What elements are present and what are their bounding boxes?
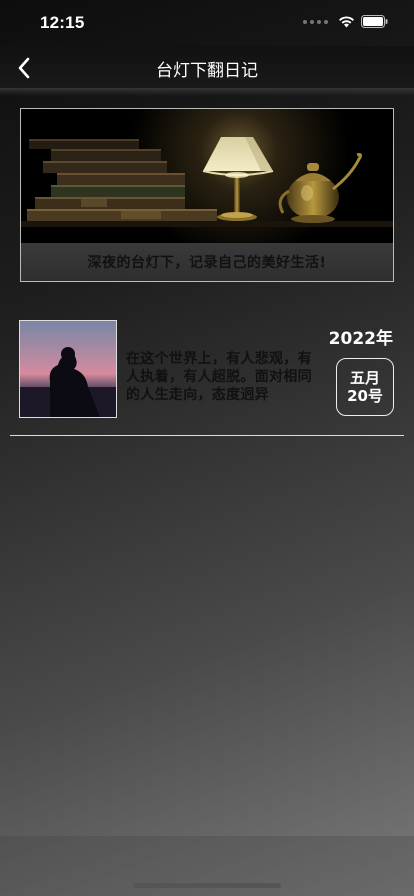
banner-caption: 深夜的台灯下，记录自己的美好生活! (21, 243, 393, 281)
entry-thumbnail (19, 320, 117, 418)
silhouette-at-dusk-photo (20, 321, 116, 417)
divider (10, 435, 404, 436)
home-indicator (133, 883, 281, 888)
entry-year: 2022年 (328, 329, 393, 349)
diary-entry[interactable]: 在这个世界上，有人悲观，有人执着，有人超脱。面对相同的人生走向，态度迥异 202… (10, 310, 404, 428)
status-icons (303, 15, 388, 28)
battery-icon (361, 15, 388, 28)
nav-shadow (0, 88, 414, 96)
entry-month: 五月 (349, 369, 380, 387)
lamp-and-books-photo (21, 109, 393, 243)
navigation-bar: 台灯下翻日记 (0, 46, 414, 90)
status-bar: 12:15 (0, 0, 414, 46)
status-time: 12:15 (40, 13, 85, 32)
entry-excerpt: 在这个世界上，有人悲观，有人执着，有人超脱。面对相同的人生走向，态度迥异 (126, 351, 312, 403)
wifi-icon (339, 16, 354, 28)
cellular-signal-icon (303, 19, 328, 24)
page-title: 台灯下翻日记 (156, 61, 258, 81)
banner: 深夜的台灯下，记录自己的美好生活! (20, 108, 394, 282)
entry-date-badge: 五月 20号 (336, 358, 394, 416)
entry-day: 20号 (347, 387, 383, 405)
